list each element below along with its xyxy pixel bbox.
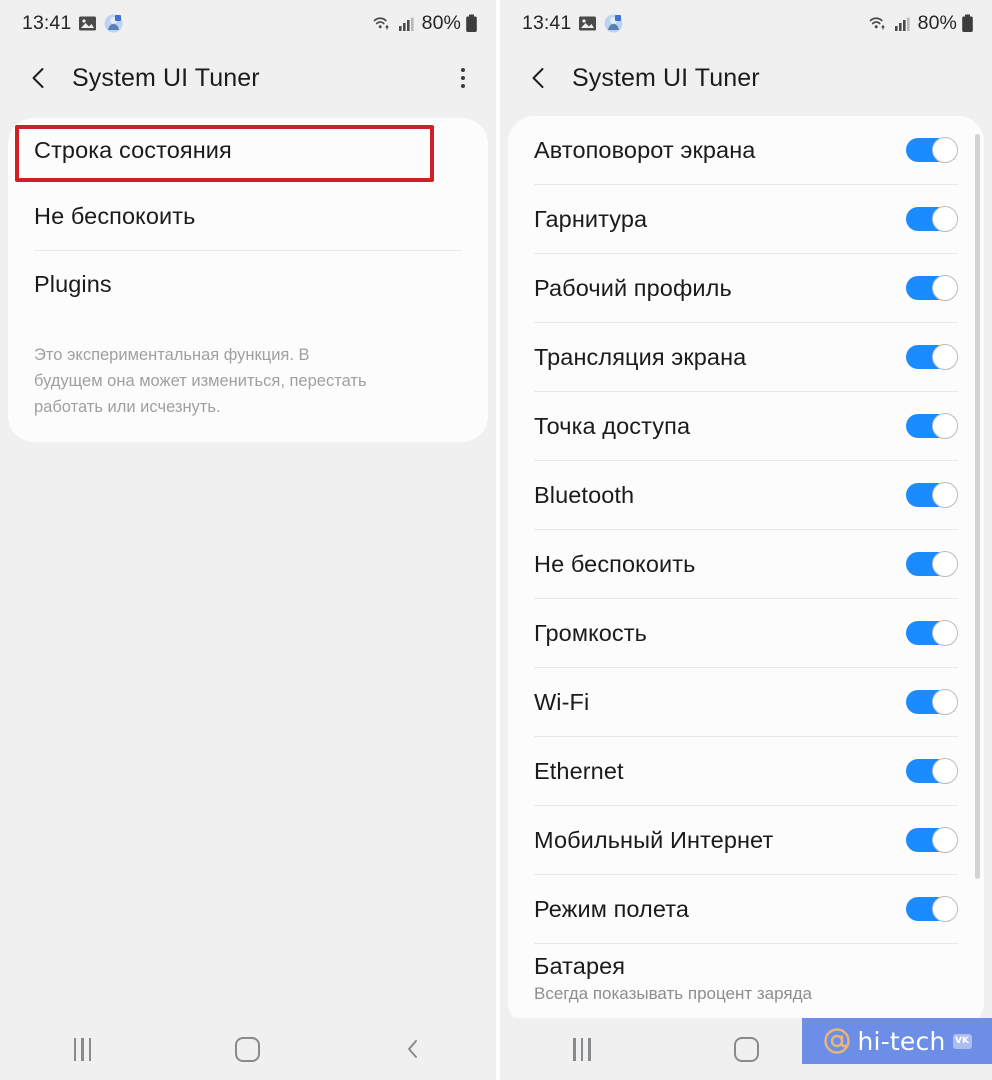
list-item-label: Bluetooth [534, 481, 635, 508]
list-item-airplane-mode[interactable]: Режим полета [508, 875, 984, 943]
toggle-ethernet[interactable] [906, 758, 958, 784]
battery-percent-label: 80% [917, 11, 957, 34]
app-notification-icon [104, 14, 123, 33]
list-item-label: Громкость [534, 619, 647, 646]
list-item-label: Не беспокоить [534, 550, 696, 577]
battery-percent-label: 80% [421, 11, 461, 34]
wifi-icon [372, 14, 394, 32]
list-item-label: Трансляция экрана [534, 343, 747, 370]
dual-screenshot-container: 13:41 80% System UI Tuner Строка состоян… [0, 0, 992, 1080]
at-sign-icon [823, 1027, 851, 1055]
status-bar-right-cluster: 80% [372, 12, 478, 35]
list-item-plugins[interactable]: Plugins [8, 251, 488, 318]
list-item-auto-rotate[interactable]: Автоповорот экрана [508, 116, 984, 184]
image-icon [78, 15, 97, 32]
toggle-hotspot[interactable] [906, 413, 958, 439]
page-title: System UI Tuner [72, 63, 260, 92]
list-item-label: Батарея [534, 952, 626, 979]
list-item-ethernet[interactable]: Ethernet [508, 737, 984, 805]
list-item-label: Точка доступа [534, 412, 691, 439]
toggle-airplane-mode[interactable] [906, 896, 958, 922]
status-bar-left-cluster: 13:41 [22, 12, 123, 35]
list-item-label: Гарнитура [534, 205, 648, 232]
recents-button[interactable] [500, 1018, 664, 1080]
toggle-mobile-data[interactable] [906, 827, 958, 853]
status-bar-time: 13:41 [522, 11, 572, 34]
battery-icon [961, 14, 974, 33]
status-bar-left: 13:41 80% [0, 0, 496, 46]
toggle-wifi[interactable] [906, 689, 958, 715]
status-bar-left-cluster: 13:41 [522, 12, 623, 35]
list-item-do-not-disturb[interactable]: Не беспокоить [8, 183, 488, 250]
toggle-do-not-disturb[interactable] [906, 551, 958, 577]
home-icon [235, 1036, 261, 1062]
toggle-bluetooth[interactable] [906, 482, 958, 508]
back-chevron-icon[interactable] [526, 65, 552, 91]
list-item-volume[interactable]: Громкость [508, 599, 984, 667]
toggle-auto-rotate[interactable] [906, 137, 958, 163]
toggle-screen-cast[interactable] [906, 344, 958, 370]
cellular-signal-icon [398, 15, 415, 32]
list-item-status-bar[interactable]: Строка состояния [8, 118, 488, 183]
status-bar-right-cluster: 80% [868, 12, 974, 35]
list-item-wifi[interactable]: Wi-Fi [508, 668, 984, 736]
home-icon [733, 1036, 759, 1062]
overflow-menu-icon[interactable] [450, 65, 476, 91]
watermark-badge: hi-tech VK [802, 1018, 992, 1064]
app-bar-right: System UI Tuner [500, 46, 992, 110]
nav-bar-left [0, 1018, 496, 1080]
right-settings-card: Автоповорот экрана Гарнитура Рабочий про… [508, 116, 984, 1028]
cellular-signal-icon [894, 15, 911, 32]
status-bar-time: 13:41 [22, 11, 72, 34]
toggle-headset[interactable] [906, 206, 958, 232]
page-title: System UI Tuner [572, 63, 760, 92]
wifi-icon [868, 14, 890, 32]
back-button[interactable] [331, 1018, 496, 1080]
list-item-label: Режим полета [534, 895, 690, 922]
list-item-label: Рабочий профиль [534, 274, 732, 301]
list-item-label: Строка состояния [34, 137, 232, 163]
left-phone-screen: 13:41 80% System UI Tuner Строка состоян… [0, 0, 496, 1080]
list-item-text-stack: Батарея Всегда показывать процент заряда [534, 953, 812, 1004]
list-item-label: Мобильный Интернет [534, 826, 774, 853]
watermark-label: hi-tech [857, 1026, 946, 1056]
back-icon [402, 1038, 424, 1060]
toggle-volume[interactable] [906, 620, 958, 646]
status-bar-right: 13:41 80% [500, 0, 992, 46]
vk-badge-icon: VK [952, 1033, 972, 1049]
list-item-do-not-disturb[interactable]: Не беспокоить [508, 530, 984, 598]
list-item-mobile-data[interactable]: Мобильный Интернет [508, 806, 984, 874]
image-icon [578, 15, 597, 32]
list-item-label: Ethernet [534, 757, 624, 784]
back-chevron-icon[interactable] [26, 65, 52, 91]
list-item-label: Wi-Fi [534, 688, 590, 715]
list-item-headset[interactable]: Гарнитура [508, 185, 984, 253]
right-phone-screen: 13:41 80% System UI Tuner Автоповорот эк… [500, 0, 992, 1080]
list-item-battery[interactable]: Батарея Всегда показывать процент заряда [508, 944, 984, 1012]
list-item-hotspot[interactable]: Точка доступа [508, 392, 984, 460]
app-bar-left: System UI Tuner [0, 46, 496, 110]
list-item-sublabel: Всегда показывать процент заряда [534, 983, 812, 1003]
app-notification-icon [604, 14, 623, 33]
recents-icon [73, 1037, 92, 1061]
battery-icon [465, 14, 478, 33]
vertical-scrollbar[interactable] [975, 134, 980, 879]
recents-button[interactable] [0, 1018, 165, 1080]
experimental-feature-note: Это экспериментальная функция. В будущем… [34, 346, 367, 417]
toggle-work-profile[interactable] [906, 275, 958, 301]
list-item-work-profile[interactable]: Рабочий профиль [508, 254, 984, 322]
home-button[interactable] [165, 1018, 330, 1080]
list-item-label: Автоповорот экрана [534, 136, 756, 163]
list-item-bluetooth[interactable]: Bluetooth [508, 461, 984, 529]
list-item-label: Plugins [34, 271, 112, 297]
list-item-screen-cast[interactable]: Трансляция экрана [508, 323, 984, 391]
recents-icon [573, 1037, 591, 1061]
list-item-label: Не беспокоить [34, 203, 196, 229]
left-settings-card: Строка состояния Не беспокоить Plugins Э… [8, 118, 488, 443]
